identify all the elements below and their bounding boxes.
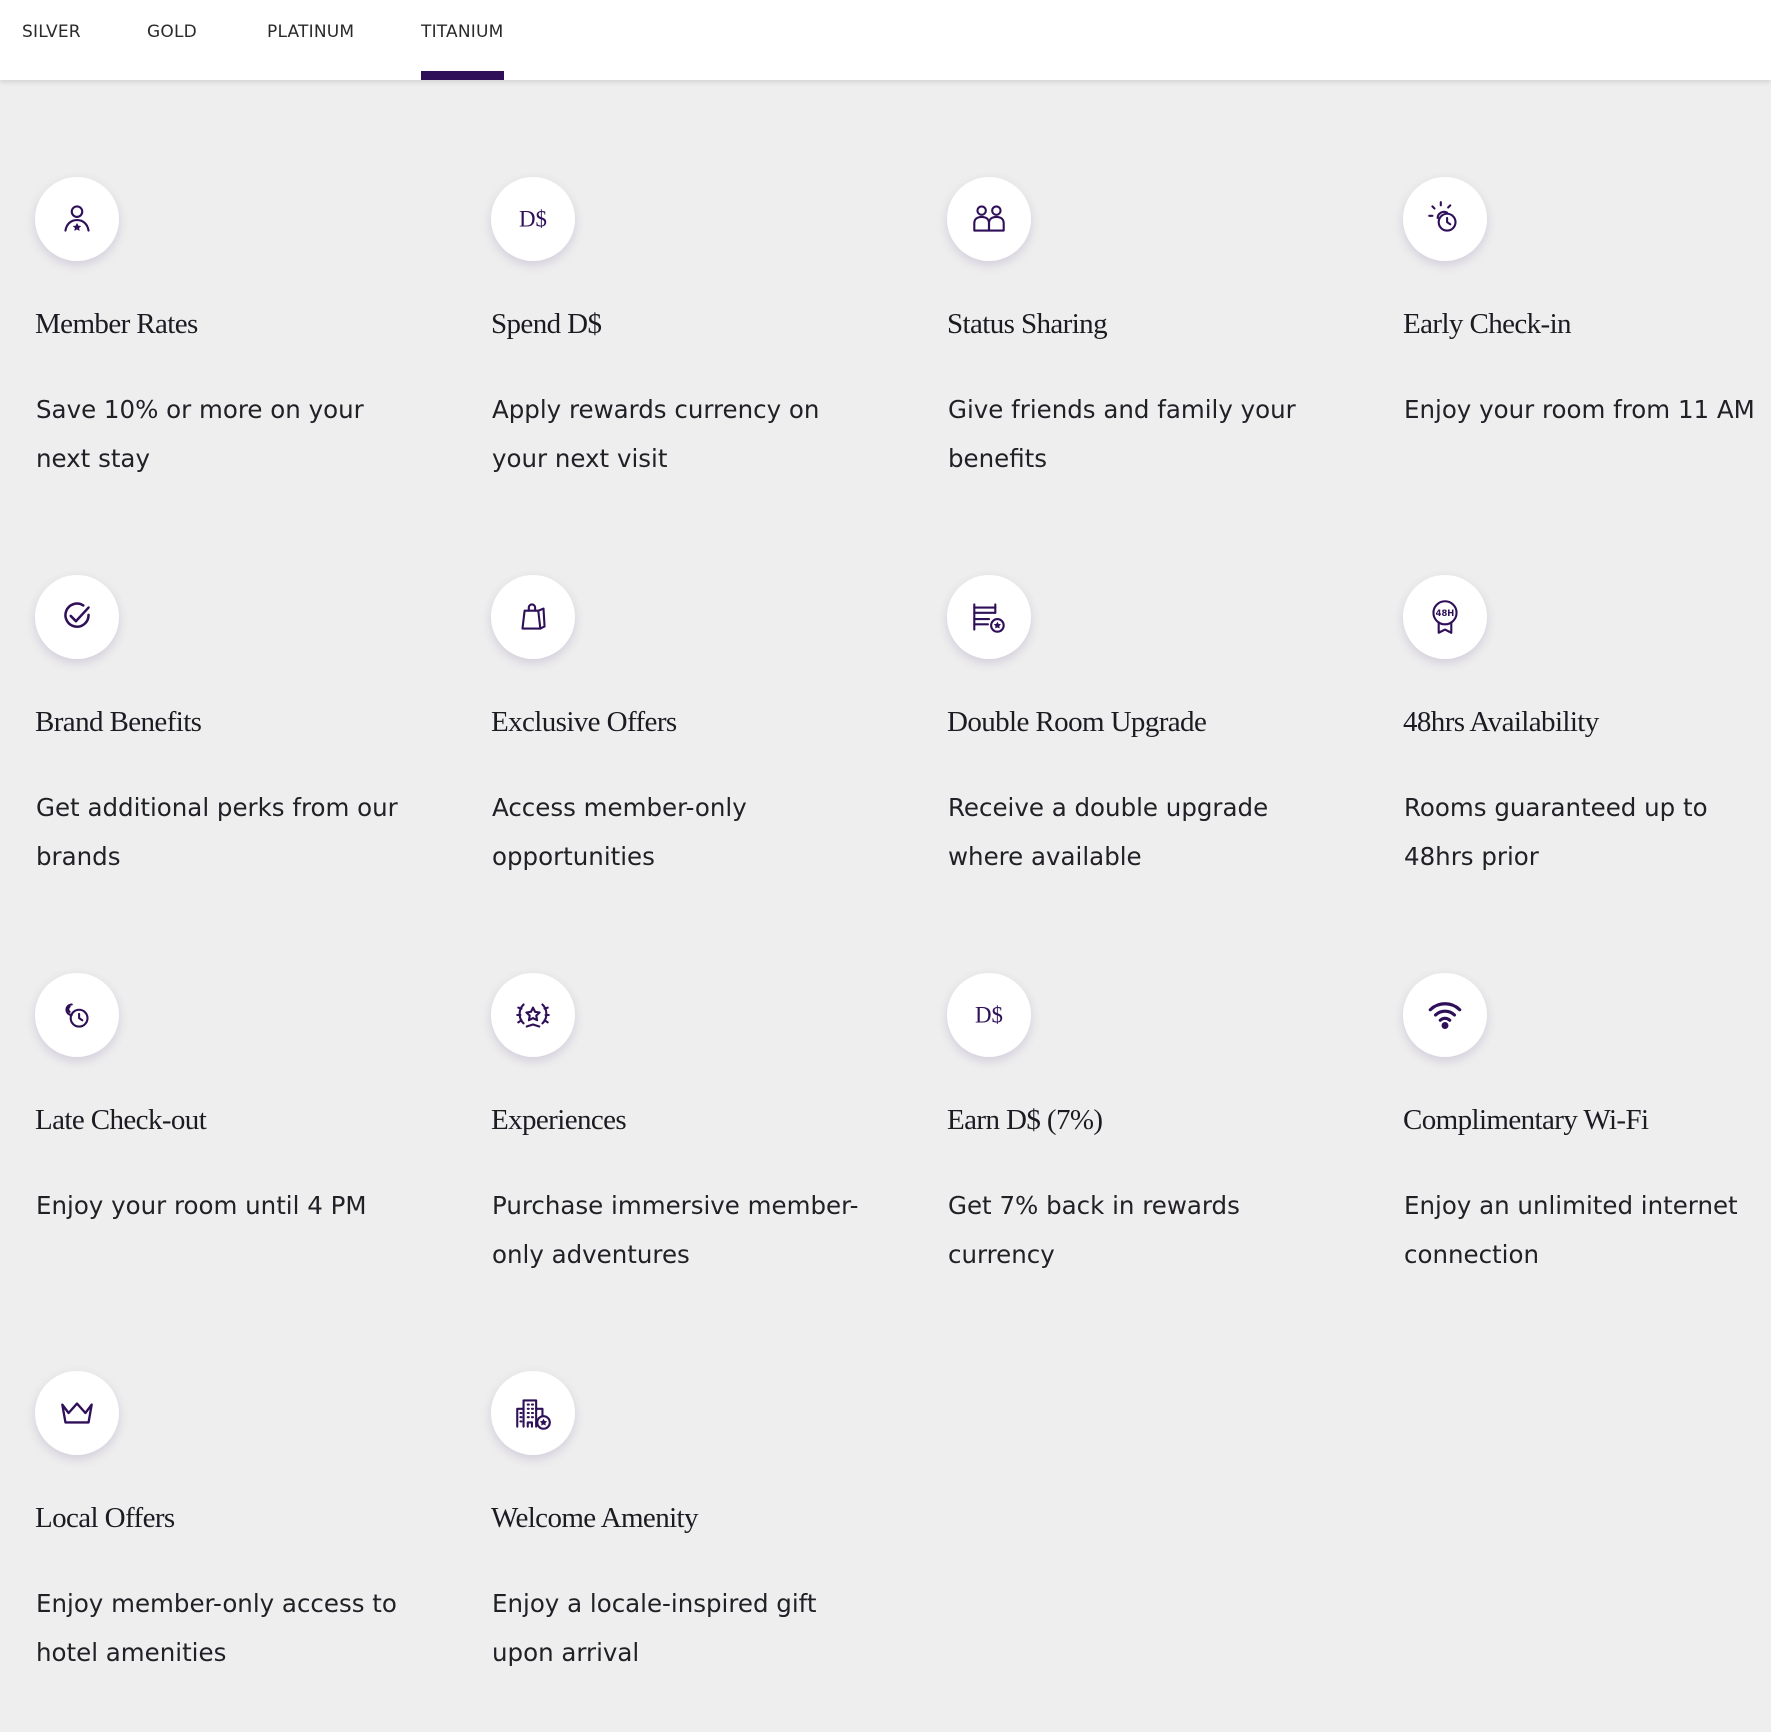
benefit-description: Rooms guaranteed up to 48hrs prior	[1404, 793, 1708, 871]
member-rates-icon	[35, 177, 119, 261]
benefit-title: 48hrs Availability	[1403, 706, 1599, 738]
benefit-description: Access member-only opportunities	[492, 793, 747, 871]
benefit-title: Member Rates	[35, 308, 198, 340]
benefit-description: Get 7% back in rewards currency	[948, 1191, 1240, 1269]
benefit-title: Earn D$ (7%)	[947, 1104, 1103, 1136]
benefit-description: Enjoy your room from 11 AM	[1404, 395, 1755, 424]
status-sharing-icon	[947, 177, 1031, 261]
ds-currency-icon: D$	[947, 973, 1031, 1057]
shopping-bag-icon	[491, 575, 575, 659]
tier-tab-bar: SILVER GOLD PLATINUM TITANIUM	[0, 0, 1771, 80]
tab-platinum[interactable]: PLATINUM	[267, 22, 354, 80]
benefit-title: Exclusive Offers	[491, 706, 677, 738]
benefit-description: Enjoy a locale-inspired gift upon arriva…	[492, 1589, 817, 1667]
bed-star-icon	[947, 575, 1031, 659]
benefit-title: Local Offers	[35, 1502, 175, 1534]
benefit-title: Double Room Upgrade	[947, 706, 1207, 738]
benefit-description: Apply rewards currency on your next visi…	[492, 395, 820, 473]
benefit-title: Status Sharing	[947, 308, 1108, 340]
benefit-title: Experiences	[491, 1104, 627, 1136]
tab-label: TITANIUM	[421, 22, 504, 42]
benefit-description: Save 10% or more on your next stay	[36, 395, 364, 473]
laurel-star-icon	[491, 973, 575, 1057]
wifi-icon	[1403, 973, 1487, 1057]
check-circle-icon	[35, 575, 119, 659]
benefit-title: Welcome Amenity	[491, 1502, 699, 1534]
ds-currency-icon-text: D$	[975, 1003, 1003, 1028]
48h-badge-icon: 48H	[1403, 575, 1487, 659]
benefit-description: Purchase immersive member-only adventure…	[492, 1191, 859, 1269]
early-check-in-icon	[1403, 177, 1487, 261]
late-check-out-icon	[35, 973, 119, 1057]
tab-label: SILVER	[22, 22, 81, 42]
benefit-title: Brand Benefits	[35, 706, 202, 738]
benefit-title: Late Check-out	[35, 1104, 207, 1136]
benefit-title: Complimentary Wi-Fi	[1403, 1104, 1649, 1136]
benefit-description: Enjoy member-only access to hotel amenit…	[36, 1589, 397, 1667]
benefit-description: Receive a double upgrade where available	[948, 793, 1269, 871]
tab-label: GOLD	[147, 22, 197, 42]
benefit-description: Get additional perks from our brands	[36, 793, 398, 871]
hotel-building-icon	[491, 1371, 575, 1455]
tab-titanium[interactable]: TITANIUM	[421, 22, 504, 80]
benefit-description: Enjoy your room until 4 PM	[36, 1191, 367, 1220]
active-tab-indicator	[421, 71, 504, 80]
tab-label: PLATINUM	[267, 22, 355, 42]
48h-badge-icon-text: 48H	[1436, 608, 1455, 618]
ds-currency-icon: D$	[491, 177, 575, 261]
tab-silver[interactable]: SILVER	[22, 22, 81, 80]
benefit-description: Enjoy an unlimited internet connection	[1404, 1191, 1738, 1269]
ds-currency-icon-text: D$	[519, 207, 547, 232]
benefit-title: Early Check-in	[1403, 308, 1572, 340]
benefit-title: Spend D$	[491, 308, 602, 340]
tab-gold[interactable]: GOLD	[147, 22, 197, 80]
crown-icon	[35, 1371, 119, 1455]
benefit-description: Give friends and family your benefits	[948, 395, 1296, 473]
